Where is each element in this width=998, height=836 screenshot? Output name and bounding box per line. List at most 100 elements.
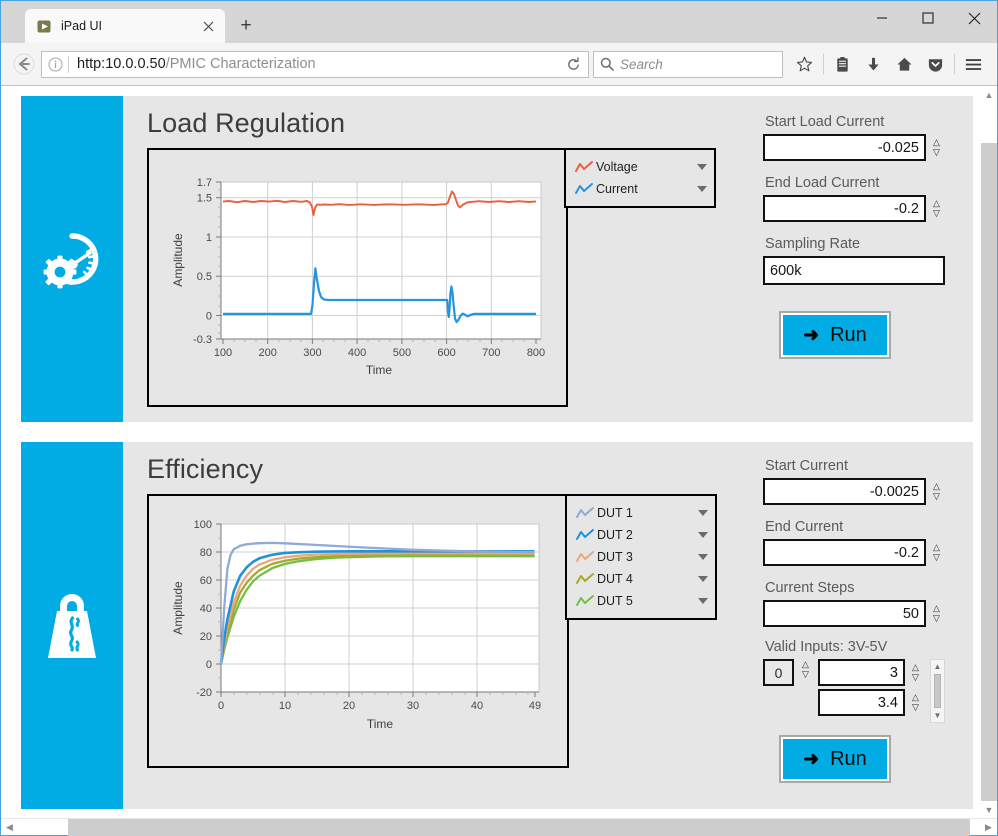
legend-item[interactable]: DUT 5 [575,590,711,612]
library-icon[interactable] [827,49,858,80]
chart-load-regulation[interactable]: 1.7 1.5 1 0.5 0 -0.3 Amplitude [147,148,568,407]
chevron-up-icon[interactable]: △ [933,543,940,553]
chevron-down-icon[interactable]: ▽ [912,703,919,713]
sidebar-load-regulation[interactable] [21,96,123,422]
scroll-right-arrow-icon[interactable]: ▶ [980,822,997,833]
legend-item[interactable]: DUT 2 [575,524,711,546]
close-button[interactable] [951,1,997,35]
search-bar[interactable]: Search [593,51,783,78]
horizontal-scroll-track[interactable] [18,819,980,836]
legend-load-regulation: Voltage Current [564,148,716,208]
chevron-down-icon[interactable]: ▽ [802,669,809,679]
panel-efficiency: Efficiency [21,442,973,809]
sampling-rate-input[interactable]: 600k [763,256,945,285]
legend-label: DUT 5 [597,594,695,608]
legend-item[interactable]: Current [574,178,710,200]
scroll-up-arrow-icon[interactable]: ▲ [934,660,942,673]
chevron-down-icon[interactable] [695,532,711,538]
scroll-up-arrow-icon[interactable]: ▲ [981,86,997,103]
legend-label: Current [596,182,694,196]
body-efficiency: Efficiency [123,442,973,809]
scroll-down-arrow-icon[interactable]: ▼ [934,709,942,722]
chevron-down-icon[interactable] [695,598,711,604]
menu-icon[interactable] [958,49,989,80]
valid-input-1-stepper[interactable]: △ ▽ [907,659,924,686]
efficiency-plot: 100 80 60 40 20 0 -20 Amplitude [149,496,567,766]
chevron-down-icon[interactable] [695,576,711,582]
valid-inputs-scrollbar[interactable]: ▲ ▼ [930,659,945,723]
new-tab-button[interactable]: + [231,11,261,41]
start-current-input[interactable]: -0.0025 [763,478,926,505]
chevron-up-icon[interactable]: △ [933,604,940,614]
svg-text:40: 40 [471,700,483,712]
chevron-up-icon[interactable]: △ [933,138,940,148]
valid-input-value-1[interactable]: 3 [818,659,905,686]
back-arrow-icon[interactable] [9,49,39,79]
series-line-icon [575,572,597,586]
valid-input-value-2[interactable]: 3.4 [818,689,905,716]
home-icon[interactable] [889,49,920,80]
chevron-down-icon[interactable]: ▽ [933,209,940,219]
start-current-stepper[interactable]: △ ▽ [928,478,945,505]
chevron-down-icon[interactable] [694,164,710,170]
url-path: /PMIC Characterization [166,56,316,72]
valid-input-2-stepper[interactable]: △ ▽ [907,689,924,716]
vertical-scroll-thumb[interactable] [981,143,997,801]
chevron-down-icon[interactable] [695,510,711,516]
chevron-up-icon[interactable]: △ [933,482,940,492]
end-current-stepper[interactable]: △ ▽ [928,539,945,566]
main-load-regulation: Load Regulation [147,96,716,422]
end-load-current-stepper[interactable]: △ ▽ [928,195,945,222]
downloads-icon[interactable] [858,49,889,80]
horizontal-scroll-thumb[interactable] [68,819,970,836]
minimize-button[interactable] [859,1,905,35]
chevron-down-icon[interactable] [694,186,710,192]
valid-inputs-index-stepper[interactable]: △ ▽ [797,659,814,679]
chevron-down-icon[interactable]: ▽ [933,148,940,158]
search-input[interactable]: Search [620,57,663,72]
legend-item[interactable]: DUT 3 [575,546,711,568]
chevron-down-icon[interactable] [695,554,711,560]
scroll-left-arrow-icon[interactable]: ◀ [1,822,18,833]
maximize-button[interactable] [905,1,951,35]
chevron-down-icon[interactable]: ▽ [933,614,940,624]
url-bar[interactable]: http:10.0.0.50/PMIC Characterization [41,51,589,78]
pocket-icon[interactable] [920,49,951,80]
chevron-up-icon[interactable]: △ [912,693,919,703]
chart-efficiency[interactable]: 100 80 60 40 20 0 -20 Amplitude [147,494,569,768]
reload-icon[interactable] [558,52,588,77]
current-steps-stepper[interactable]: △ ▽ [928,600,945,627]
svg-text:0.5: 0.5 [197,271,212,283]
chevron-down-icon[interactable]: ▽ [933,553,940,563]
close-icon[interactable] [199,17,217,35]
run-button-load-regulation[interactable]: ➜ Run [781,313,889,357]
chevron-up-icon[interactable]: △ [912,663,919,673]
info-icon[interactable] [42,52,68,77]
current-steps-input[interactable]: 50 [763,600,926,627]
start-load-current-stepper[interactable]: △ ▽ [928,134,945,161]
vertical-scroll-track[interactable] [981,103,997,801]
page-horizontal-scrollbar[interactable]: ◀ ▶ [1,818,997,835]
chevron-down-icon[interactable]: ▽ [912,673,919,683]
legend-item[interactable]: Voltage [574,156,710,178]
sidebar-efficiency[interactable] [21,442,123,809]
scrollbar-thumb[interactable] [934,674,941,708]
browser-tab[interactable]: iPad UI [25,9,225,43]
end-load-current-input[interactable]: -0.2 [763,195,926,222]
chevron-up-icon[interactable]: △ [933,199,940,209]
scroll-down-arrow-icon[interactable]: ▼ [981,801,997,818]
row-start-load-current: -0.025 △ ▽ [763,134,945,161]
label-start-load-current: Start Load Current [765,114,945,130]
chevron-up-icon[interactable]: △ [802,659,809,669]
svg-text:1.5: 1.5 [197,193,212,205]
page-vertical-scrollbar[interactable]: ▲ ▼ [980,86,997,818]
legend-item[interactable]: DUT 1 [575,502,711,524]
run-button-efficiency[interactable]: ➜ Run [781,737,889,781]
start-load-current-input[interactable]: -0.025 [763,134,926,161]
legend-label: DUT 2 [597,528,695,542]
chevron-down-icon[interactable]: ▽ [933,492,940,502]
valid-inputs-index[interactable]: 0 [763,659,794,686]
legend-item[interactable]: DUT 4 [575,568,711,590]
end-current-input[interactable]: -0.2 [763,539,926,566]
bookmark-star-icon[interactable] [789,49,820,80]
